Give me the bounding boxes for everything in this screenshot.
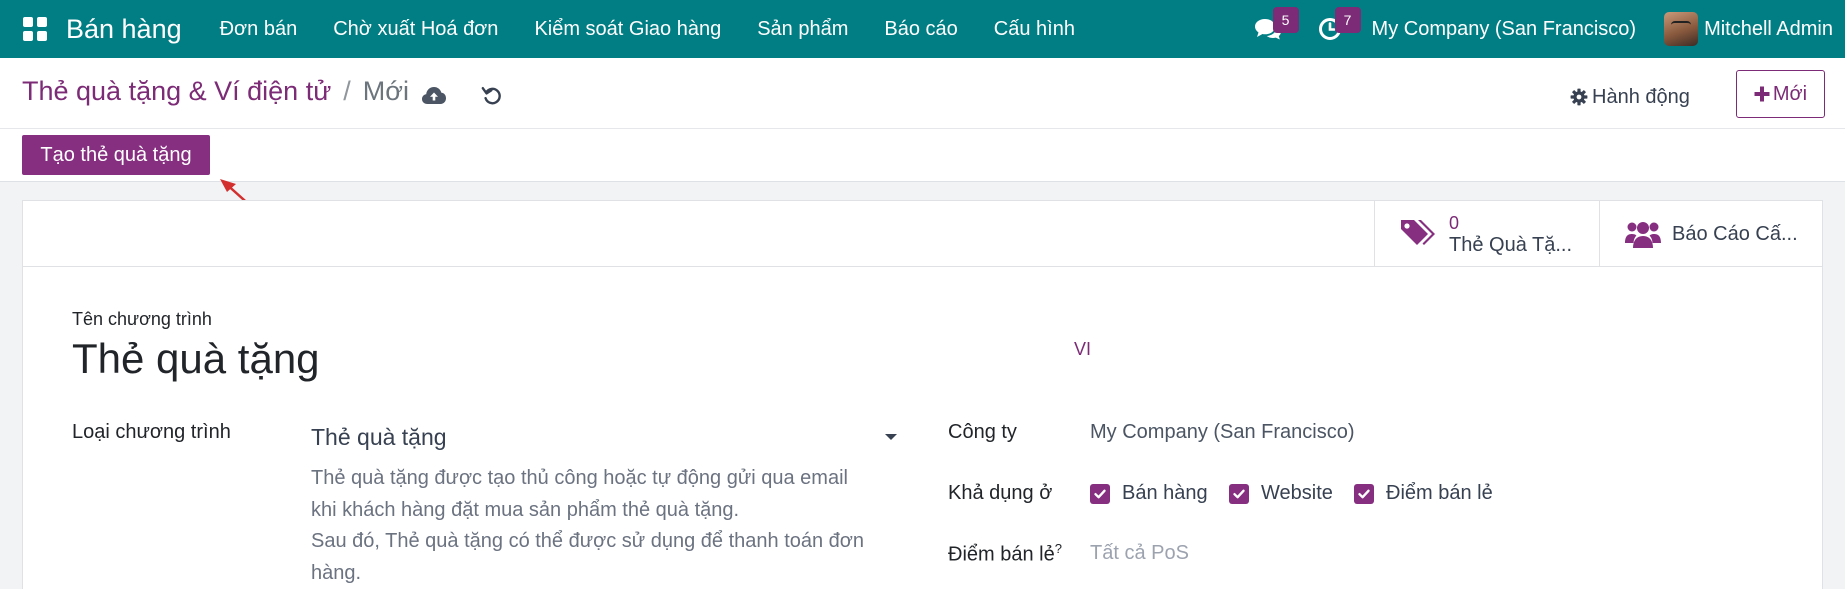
gift-cards-label: Thẻ Quà Tặ...	[1449, 233, 1573, 256]
program-type-help: Thẻ quà tặng được tạo thủ công hoặc tự đ…	[311, 463, 911, 589]
available-website-checkbox[interactable]: Website	[1229, 482, 1333, 505]
program-name-label: Tên chương trình	[72, 309, 212, 329]
checkbox-label: Bán hàng	[1122, 482, 1208, 504]
help-tooltip-mark[interactable]: ?	[1055, 541, 1062, 556]
checkbox-label: Điểm bán lẻ	[1386, 482, 1493, 504]
form-sheet: 0 Thẻ Quà Tặ... Báo Cáo Cấ... Tên chương…	[22, 200, 1823, 589]
pos-label: Điểm bán lẻ?	[948, 541, 1062, 566]
program-type-label: Loại chương trình	[72, 421, 231, 443]
tags-icon	[1401, 220, 1435, 245]
gift-cards-smart-button[interactable]: 0 Thẻ Quà Tặ...	[1374, 201, 1599, 267]
caret-down-icon	[885, 434, 897, 440]
gift-cards-count: 0	[1449, 212, 1460, 233]
company-label: Công ty	[948, 421, 1017, 443]
checkbox-checked-icon	[1090, 483, 1110, 504]
pos-field[interactable]: Tất cả PoS	[1090, 542, 1189, 565]
language-button[interactable]: VI	[1074, 339, 1091, 360]
help-line: hàng.	[311, 561, 362, 584]
help-line: Thẻ quà tặng được tạo thủ công hoặc tự đ…	[311, 467, 848, 489]
report-label: Báo Cáo Cấ...	[1672, 222, 1798, 245]
report-smart-button[interactable]: Báo Cáo Cấ...	[1599, 201, 1823, 267]
program-type-value: Thẻ quà tặng	[311, 423, 447, 450]
help-line: khi khách hàng đặt mua sản phẩm thẻ quà …	[311, 498, 740, 521]
checkbox-checked-icon	[1354, 483, 1374, 504]
available-sales-checkbox[interactable]: Bán hàng	[1090, 482, 1208, 505]
smart-button-row: 0 Thẻ Quà Tặ... Báo Cáo Cấ...	[23, 201, 1822, 267]
checkbox-label: Website	[1261, 482, 1333, 504]
program-name-field[interactable]: Thẻ quà tặng	[72, 335, 320, 383]
company-field[interactable]: My Company (San Francisco)	[1090, 421, 1355, 444]
available-pos-checkbox[interactable]: Điểm bán lẻ	[1354, 482, 1493, 505]
available-on-label: Khả dụng ở	[948, 482, 1053, 504]
program-type-select[interactable]: Thẻ quà tặng	[311, 421, 907, 453]
users-icon	[1625, 222, 1661, 248]
help-line: Sau đó, Thẻ quà tặng có thể được sử dụng…	[311, 530, 865, 552]
checkbox-checked-icon	[1229, 483, 1249, 504]
